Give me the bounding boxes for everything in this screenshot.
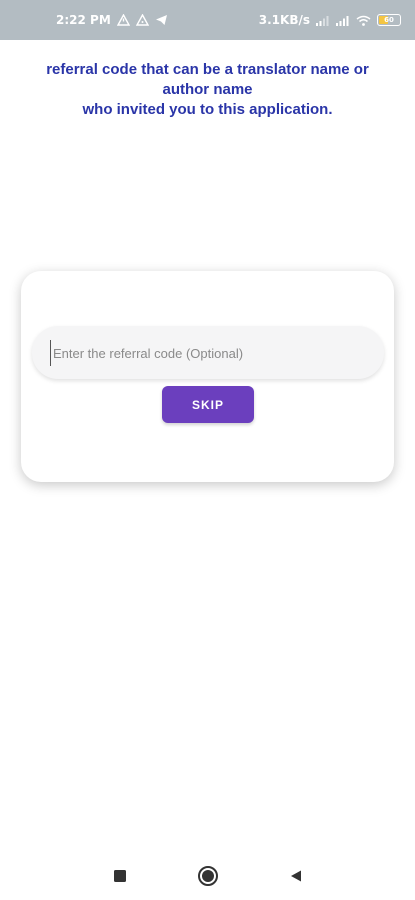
instructions-line-1: referral code that can be a translator n… — [46, 61, 369, 78]
warning-icon — [135, 14, 149, 26]
status-bar-right: 3.1KB/s 60 — [259, 13, 401, 27]
battery-level: 60 — [384, 16, 394, 24]
network-speed: 3.1KB/s — [258, 13, 310, 27]
signal-icon — [336, 15, 350, 26]
telegram-icon — [155, 14, 168, 26]
skip-button[interactable]: SKIP — [162, 386, 254, 423]
status-bar: 2:22 PM 3.1KB/s 60 — [0, 0, 415, 40]
battery-icon: 60 — [377, 14, 401, 26]
status-time: 2:22 PM — [56, 13, 111, 27]
back-triangle-icon[interactable] — [283, 863, 309, 889]
referral-card: SKIP — [21, 271, 394, 482]
referral-input-container[interactable] — [32, 326, 384, 379]
instructions-line-2: author name — [162, 81, 253, 98]
system-nav-bar — [0, 852, 415, 900]
instructions-line-3: who invited you to this application. — [82, 101, 333, 118]
recents-square-icon[interactable] — [107, 863, 133, 889]
status-bar-left: 2:22 PM — [56, 13, 168, 27]
signal-icon — [316, 15, 330, 26]
wifi-icon — [356, 15, 371, 26]
referral-instructions: referral code that can be a translator n… — [0, 60, 415, 120]
home-circle-icon[interactable] — [195, 863, 221, 889]
alert-triangle-icon — [116, 14, 130, 26]
referral-code-input[interactable] — [50, 340, 375, 366]
